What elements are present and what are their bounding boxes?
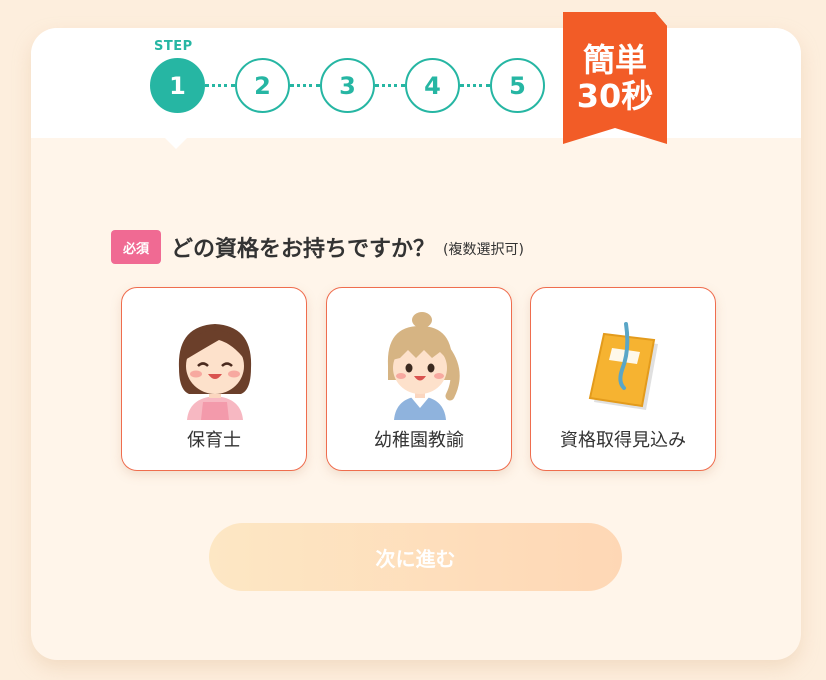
step-connector (205, 84, 235, 87)
step-connector (460, 84, 490, 87)
kindergarten-teacher-icon (387, 312, 460, 420)
badge-text: 簡単 30秒 (563, 42, 667, 114)
step-connector (290, 84, 320, 87)
step-1: 1 (150, 58, 205, 113)
option-nursery-teacher[interactable]: 保育士 (121, 287, 307, 471)
step-2: 2 (235, 58, 290, 113)
question-note: (複数選択可) (443, 241, 524, 258)
option-label: 保育士 (187, 430, 241, 451)
question-text: どの資格をお持ちですか？ (171, 237, 436, 262)
badge-line-1: 簡単 (582, 41, 647, 79)
option-label: 資格取得見込み (560, 430, 686, 451)
badge-line-2: 30秒 (576, 77, 654, 115)
step-5: 5 (490, 58, 545, 113)
option-kindergarten-teacher[interactable]: 幼稚園教諭 (326, 287, 512, 471)
step-3: 3 (320, 58, 375, 113)
option-label: 幼稚園教諭 (374, 430, 464, 451)
nursery-teacher-icon (178, 324, 252, 420)
step-4: 4 (405, 58, 460, 113)
option-expected-qualification[interactable]: 資格取得見込み (530, 287, 716, 471)
notebook-icon (588, 322, 658, 410)
current-step-pointer (164, 137, 188, 149)
step-connector (375, 84, 405, 87)
next-button[interactable]: 次に進む (209, 523, 622, 591)
required-badge: 必須 (111, 230, 161, 264)
question-row: 必須 どの資格をお持ちですか？ (複数選択可) (111, 229, 524, 265)
step-label: STEP (154, 39, 193, 54)
form-card: 必須 どの資格をお持ちですか？ (複数選択可) 保育士 幼稚園教諭 資格取得見込… (31, 28, 801, 660)
